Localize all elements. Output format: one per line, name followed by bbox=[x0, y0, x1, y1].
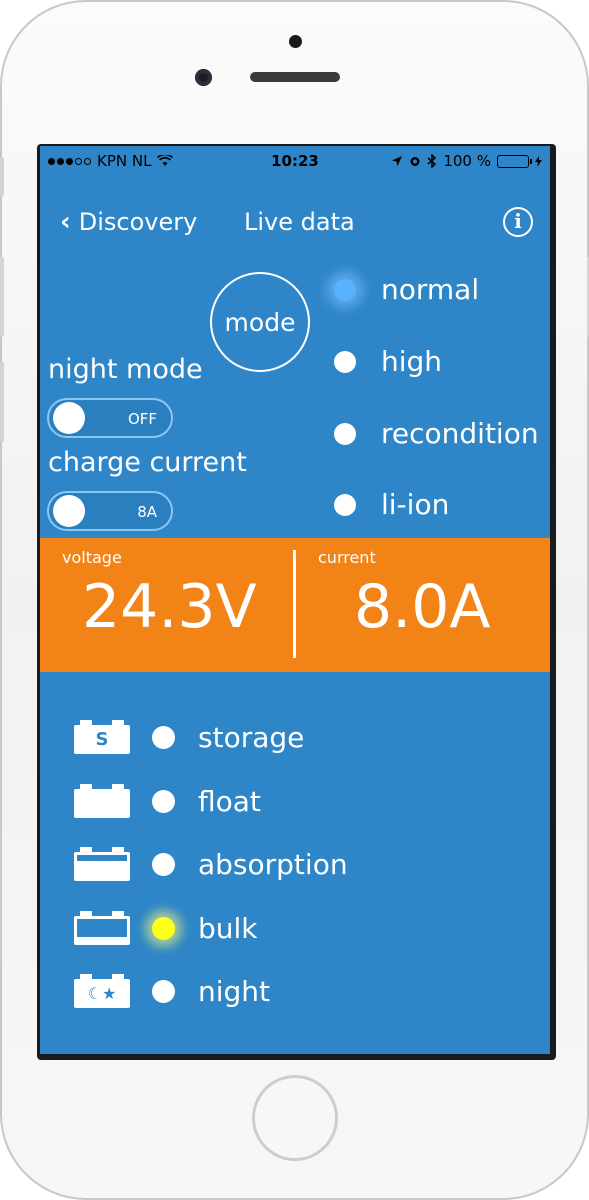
state-label: bulk bbox=[198, 911, 258, 945]
mode-option-label: recondition bbox=[381, 417, 539, 450]
mode-button[interactable]: mode bbox=[210, 272, 310, 372]
mode-option-high[interactable]: high bbox=[334, 345, 442, 378]
chevron-left-icon: ‹ bbox=[60, 207, 71, 237]
volume-up-button bbox=[0, 257, 4, 337]
mode-option-label: li-ion bbox=[381, 488, 450, 521]
battery-night-icon: ☾★ bbox=[74, 974, 130, 1008]
mode-indicator-dot bbox=[334, 350, 356, 373]
mode-option-li-ion[interactable]: li-ion bbox=[334, 488, 449, 521]
page-title: Live data bbox=[244, 208, 355, 236]
charge-current-label: charge current bbox=[48, 447, 247, 478]
toggle-knob bbox=[53, 402, 85, 434]
charge-current-toggle[interactable]: 8A bbox=[47, 491, 173, 531]
charge-current-value: 8A bbox=[137, 503, 157, 521]
mute-switch bbox=[0, 157, 4, 197]
bluetooth-icon bbox=[427, 154, 437, 168]
app-screen: KPN NL 10:23 100 % ‹ Discovery Live data… bbox=[40, 146, 550, 1054]
night-mode-label: night mode bbox=[48, 354, 203, 385]
state-label: night bbox=[198, 974, 271, 1008]
battery-float-icon bbox=[74, 784, 130, 818]
mode-option-normal[interactable]: normal bbox=[334, 273, 479, 306]
metrics-panel: voltage 24.3V current 8.0A bbox=[40, 538, 550, 672]
voltage-value: 24.3V bbox=[82, 572, 257, 642]
proximity-sensor bbox=[289, 35, 302, 48]
state-indicator-dot bbox=[152, 789, 175, 813]
state-row-absorption: absorption bbox=[74, 847, 348, 881]
current-value: 8.0A bbox=[354, 572, 491, 642]
state-label: absorption bbox=[198, 847, 348, 881]
battery-icon bbox=[497, 154, 532, 168]
state-indicator-dot bbox=[152, 852, 175, 876]
state-indicator-dot bbox=[152, 916, 175, 940]
charging-bolt-icon bbox=[535, 155, 542, 167]
back-button[interactable]: ‹ Discovery bbox=[60, 208, 197, 236]
home-button[interactable] bbox=[252, 1075, 338, 1161]
earpiece-speaker bbox=[250, 72, 340, 82]
alarm-icon bbox=[410, 157, 420, 166]
battery-absorption-icon bbox=[74, 847, 130, 881]
battery-storage-icon: S bbox=[74, 720, 130, 754]
night-mode-toggle[interactable]: OFF bbox=[47, 398, 173, 438]
voltage-label: voltage bbox=[62, 548, 122, 567]
mode-option-label: normal bbox=[381, 273, 480, 306]
mode-indicator-dot bbox=[334, 493, 356, 516]
back-label: Discovery bbox=[78, 208, 198, 236]
mode-indicator-dot bbox=[334, 278, 356, 301]
mode-label: mode bbox=[224, 307, 296, 337]
state-indicator-dot bbox=[152, 979, 175, 1003]
battery-percent: 100 % bbox=[443, 152, 491, 170]
status-bar: KPN NL 10:23 100 % bbox=[40, 146, 550, 176]
state-row-night: ☾★ night bbox=[74, 974, 270, 1008]
state-row-float: float bbox=[74, 784, 261, 818]
volume-down-button bbox=[0, 362, 4, 442]
mode-indicator-dot bbox=[334, 422, 356, 445]
current-label: current bbox=[318, 548, 376, 567]
state-row-storage: S storage bbox=[74, 720, 304, 754]
status-right: 100 % bbox=[391, 152, 542, 170]
state-label: storage bbox=[198, 720, 305, 754]
metrics-divider bbox=[293, 550, 296, 658]
info-icon[interactable]: i bbox=[503, 207, 533, 237]
night-mode-value: OFF bbox=[127, 410, 157, 428]
mode-option-recondition[interactable]: recondition bbox=[334, 417, 539, 450]
battery-bulk-icon bbox=[74, 911, 130, 945]
state-label: float bbox=[198, 784, 261, 818]
location-arrow-icon bbox=[392, 156, 403, 166]
state-indicator-dot bbox=[152, 725, 175, 749]
state-row-bulk: bulk bbox=[74, 911, 258, 945]
mode-option-label: high bbox=[381, 345, 443, 378]
front-camera bbox=[195, 69, 212, 86]
toggle-knob bbox=[53, 495, 85, 527]
